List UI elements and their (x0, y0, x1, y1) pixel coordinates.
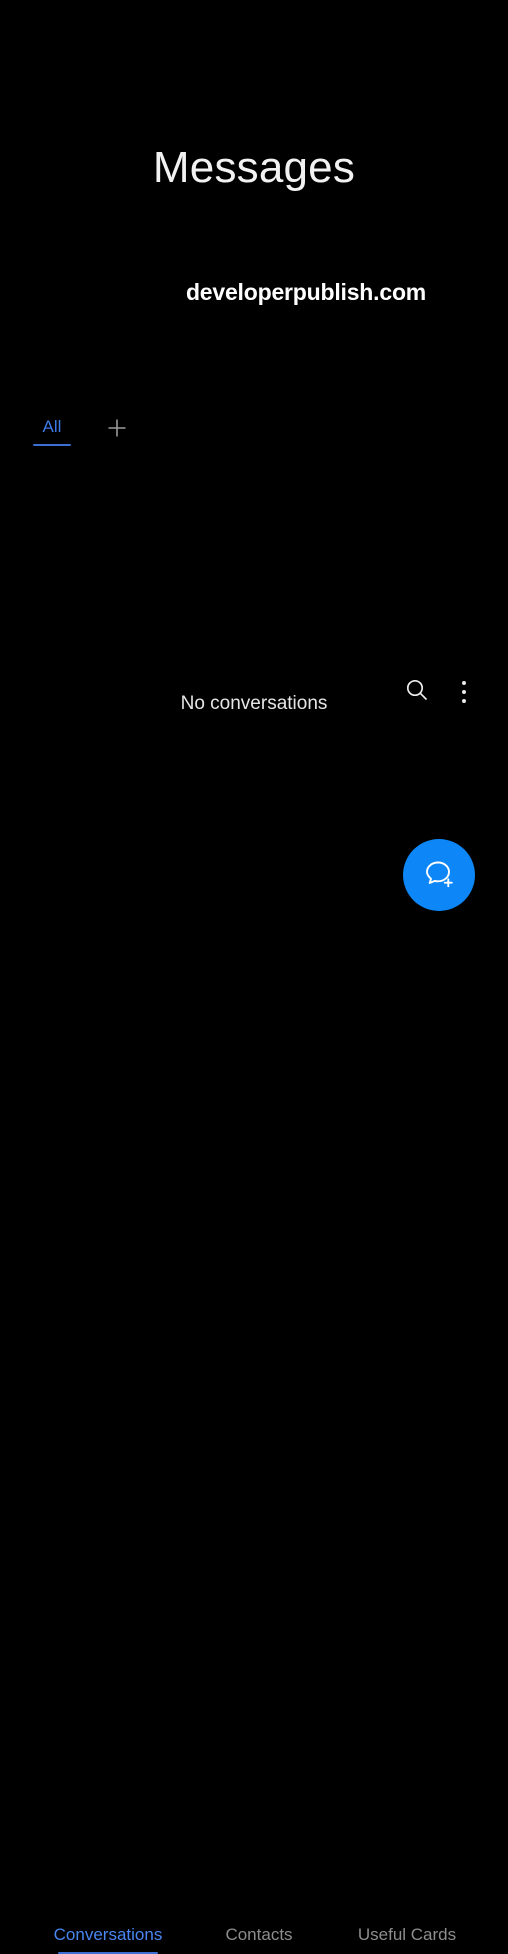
new-conversation-button[interactable] (403, 839, 475, 911)
category-tab-bar: All (0, 414, 508, 456)
toolbar (0, 336, 508, 703)
category-tab-all[interactable]: All (34, 414, 70, 440)
messages-app-screen: Messages developerpublish.com All No con… (0, 0, 508, 1954)
bottom-navigation-bar: Conversations Contacts Useful Cards (0, 952, 508, 1954)
nav-item-useful-cards[interactable]: Useful Cards (337, 1922, 477, 1948)
nav-item-contacts[interactable]: Contacts (199, 1922, 319, 1948)
category-tab-all-indicator (33, 444, 71, 446)
page-title: Messages (152, 143, 356, 192)
new-conversation-icon (421, 856, 457, 895)
empty-state-message: No conversations (180, 693, 328, 714)
nav-item-conversations[interactable]: Conversations (38, 1922, 178, 1948)
plus-icon (105, 416, 129, 445)
add-category-button[interactable] (100, 414, 134, 446)
watermark-text: developerpublish.com (185, 279, 427, 305)
